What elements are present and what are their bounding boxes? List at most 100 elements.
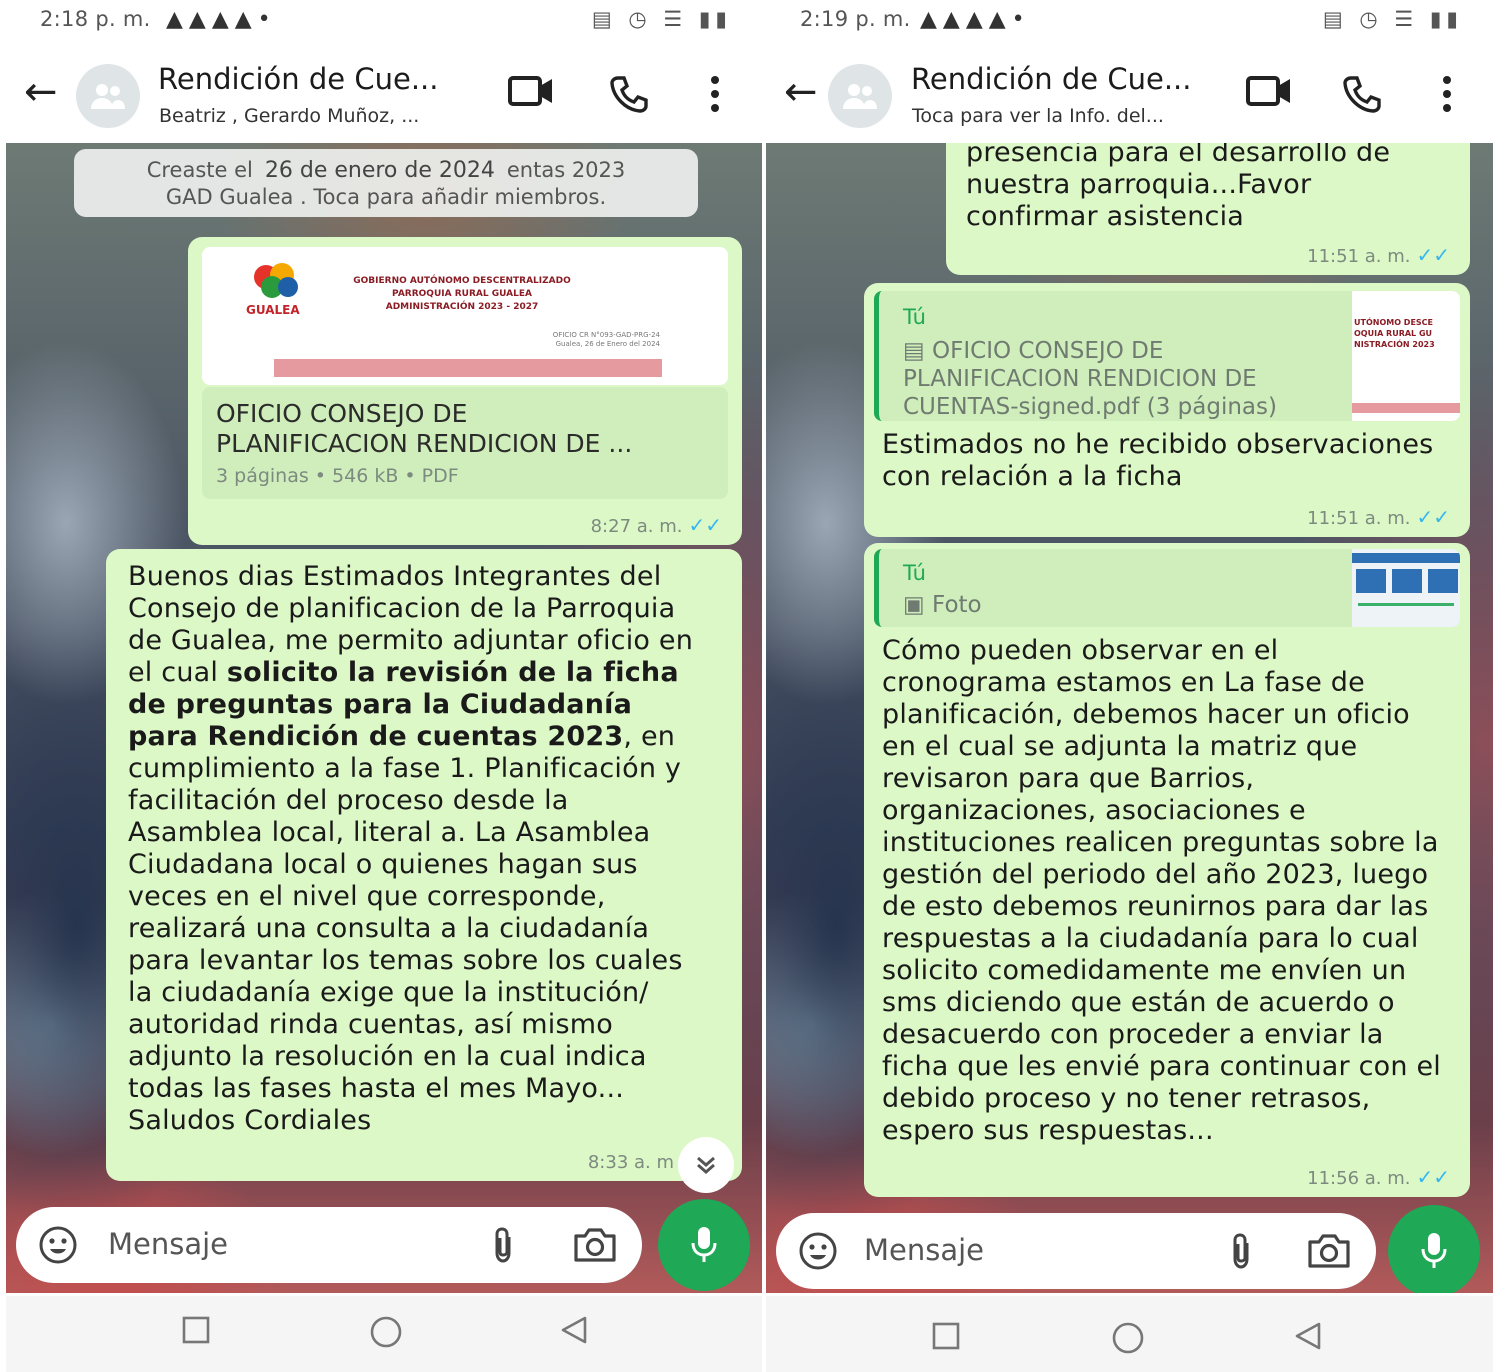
chat-subtitle[interactable]: Toca para ver la Info. del...	[912, 105, 1164, 127]
document-reference: OFICIO CR N°093-GAD-PRG-24 Gualea, 26 de…	[502, 331, 660, 349]
letterhead-line2: PARROQUIA RURAL GUALEA	[392, 289, 532, 299]
double-chevron-down-icon	[697, 1156, 715, 1174]
more-options-icon[interactable]	[708, 74, 722, 114]
letterhead: GOBIERNO AUTÓNOMO DESCENTRALIZADO PARROQ…	[312, 275, 612, 314]
photo-icon: ▣	[903, 592, 933, 618]
date-chip: 26 de enero de 2024	[264, 158, 495, 183]
document-title: OFICIO CONSEJO DE PLANIFICACION RENDICIO…	[216, 399, 632, 459]
quote-filename: OFICIO CONSEJO DE PLANIFICACION RENDICIO…	[903, 338, 1277, 420]
video-call-icon[interactable]	[508, 74, 554, 108]
more-options-icon[interactable]	[1440, 74, 1454, 114]
home-icon[interactable]	[368, 1314, 404, 1350]
attach-icon[interactable]	[490, 1225, 516, 1265]
system-status-icons: ▤ ◷ ☰ ▮▮	[591, 7, 732, 31]
chat-title[interactable]: Rendición de Cue...	[158, 62, 438, 96]
message-input-bar[interactable]: Mensaje	[776, 1213, 1376, 1289]
document-title-line2: PLANIFICACION RENDICION DE ...	[216, 429, 633, 458]
message-text: Buenos dias Estimados Integrantes del Co…	[128, 561, 708, 1137]
thumbnail-text: UTÓNOMO DESCE OQUIA RURAL GU NISTRACIÓN 20…	[1354, 318, 1435, 349]
video-call-icon[interactable]	[1246, 74, 1292, 108]
emoji-icon[interactable]	[798, 1231, 838, 1271]
document-preview[interactable]: GUALEA GOBIERNO AUTÓNOMO DESCENTRALIZADO…	[202, 247, 728, 385]
thumbnail-line	[1358, 603, 1454, 606]
thumbnail-block	[1356, 569, 1386, 593]
subject-highlight	[274, 359, 662, 377]
gualea-logo	[254, 263, 298, 298]
message-text: Cómo pueden observar en el cronograma es…	[882, 635, 1441, 1146]
quoted-photo[interactable]: Tú ▣ Foto	[874, 549, 1460, 627]
phone-screen-left: 2:18 p. m. ▲▲▲▲• ▤ ◷ ☰ ▮▮ ← Rendición de…	[6, 0, 762, 1372]
back-arrow-icon[interactable]: ←	[784, 70, 818, 114]
thumbnail-block	[1428, 569, 1458, 593]
back-arrow-icon[interactable]: ←	[24, 70, 58, 114]
document-message[interactable]: GUALEA GOBIERNO AUTÓNOMO DESCENTRALIZADO…	[188, 237, 742, 545]
message-input[interactable]: Mensaje	[864, 1233, 984, 1267]
message-meta: 11:51 a. m. ✓✓	[1307, 243, 1450, 267]
message-input[interactable]: Mensaje	[108, 1227, 228, 1261]
message-input-bar[interactable]: Mensaje	[16, 1207, 642, 1283]
read-ticks-icon: ✓✓	[1416, 505, 1450, 529]
notice-suffix: entas 2023	[506, 158, 626, 182]
group-avatar[interactable]	[828, 64, 892, 128]
message-text: Estimados no he recibido observaciones c…	[882, 429, 1434, 492]
document-meta: 3 páginas • 546 kB • PDF	[216, 465, 459, 487]
message-time: 11:51 a. m.	[1307, 246, 1411, 267]
attach-icon[interactable]	[1228, 1231, 1254, 1271]
reply-message[interactable]: Tú ▣ Foto Cómo pueden observar en el cro…	[864, 543, 1470, 1197]
letterhead-line1: GOBIERNO AUTÓNOMO DESCENTRALIZADO	[353, 276, 571, 286]
status-time: 2:18 p. m.	[40, 7, 151, 31]
message-meta: 8:33 a. m	[588, 1152, 674, 1173]
quote-thumbnail	[1352, 549, 1460, 627]
voice-message-button[interactable]	[658, 1199, 750, 1291]
document-icon: ▤	[903, 338, 933, 364]
voice-call-icon[interactable]	[609, 74, 649, 114]
text-message[interactable]: Buenos dias Estimados Integrantes del Co…	[106, 549, 742, 1181]
notice-prefix: Creaste el	[146, 158, 253, 182]
quote-author: Tú	[903, 561, 926, 585]
document-info[interactable]: OFICIO CONSEJO DE PLANIFICACION RENDICIO…	[202, 387, 728, 499]
text-message[interactable]: presencia para el desarrollo de nuestra …	[946, 143, 1470, 275]
recent-apps-icon[interactable]	[930, 1320, 962, 1352]
back-nav-icon[interactable]	[1292, 1320, 1324, 1352]
group-avatar[interactable]	[76, 64, 140, 128]
home-icon[interactable]	[1110, 1320, 1146, 1356]
recent-apps-icon[interactable]	[180, 1314, 212, 1346]
notice-line2: GAD Gualea . Toca para añadir miembros.	[165, 185, 607, 209]
read-ticks-icon: ✓✓	[688, 513, 722, 537]
thumbnail-block	[1392, 569, 1422, 593]
camera-icon[interactable]	[1306, 1233, 1352, 1269]
chat-subtitle[interactable]: Beatriz , Gerardo Muñoz, ...	[159, 105, 419, 127]
notification-icons: ▲▲▲▲•	[166, 7, 277, 32]
reference-line1: OFICIO CR N°093-GAD-PRG-24	[552, 331, 660, 339]
thumbnail-highlight	[1352, 403, 1460, 413]
letterhead-line3: ADMINISTRACIÓN 2023 - 2027	[385, 302, 539, 312]
quoted-document[interactable]: Tú ▤ OFICIO CONSEJO DE PLANIFICACION REN…	[874, 291, 1460, 421]
voice-message-button[interactable]	[1388, 1205, 1480, 1293]
thumbnail-band	[1352, 553, 1460, 563]
status-time: 2:19 p. m.	[800, 7, 911, 31]
status-bar: 2:19 p. m. ▲▲▲▲• ▤ ◷ ☰ ▮▮	[766, 0, 1493, 40]
document-title-line1: OFICIO CONSEJO DE	[216, 399, 468, 428]
read-ticks-icon: ✓✓	[1416, 243, 1450, 267]
message-time: 11:51 a. m.	[1307, 508, 1411, 529]
message-time: 11:56 a. m.	[1307, 1168, 1411, 1189]
emoji-icon[interactable]	[38, 1225, 78, 1265]
microphone-icon	[691, 1227, 717, 1262]
quote-thumbnail: UTÓNOMO DESCE OQUIA RURAL GU NISTRACIÓN 20…	[1352, 291, 1460, 421]
camera-icon[interactable]	[572, 1227, 618, 1263]
system-navigation-bar	[766, 1296, 1493, 1372]
scroll-to-bottom-button[interactable]	[678, 1137, 734, 1193]
message-meta: 11:56 a. m. ✓✓	[1307, 1165, 1450, 1189]
quote-text: ▤ OFICIO CONSEJO DE PLANIFICACION RENDIC…	[903, 337, 1343, 421]
chat-area[interactable]: presencia para el desarrollo de nuestra …	[766, 143, 1493, 1293]
quote-author: Tú	[903, 305, 926, 329]
voice-call-icon[interactable]	[1342, 74, 1382, 114]
quote-text: ▣ Foto	[903, 591, 982, 619]
chat-header: ← Rendición de Cue... Beatriz , Gerardo …	[6, 48, 762, 140]
system-status-icons: ▤ ◷ ☰ ▮▮	[1322, 7, 1463, 31]
back-nav-icon[interactable]	[558, 1314, 590, 1346]
chat-title[interactable]: Rendición de Cue...	[911, 62, 1191, 96]
reply-message[interactable]: Tú ▤ OFICIO CONSEJO DE PLANIFICACION REN…	[864, 283, 1470, 537]
quote-label: Foto	[932, 592, 982, 618]
chat-area[interactable]: Creaste el 26 de enero de 2024 entas 2023 …	[6, 143, 762, 1293]
